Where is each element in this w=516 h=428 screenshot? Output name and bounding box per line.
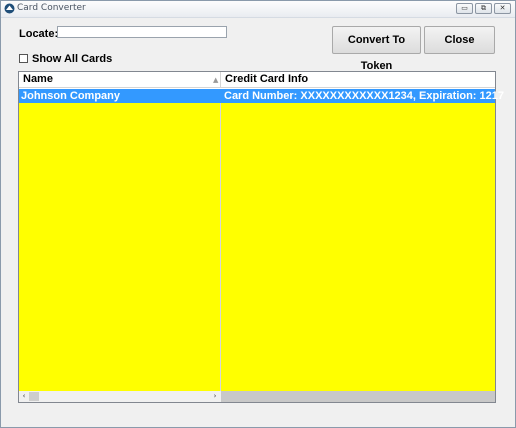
minimize-button[interactable]: ▭ <box>456 3 473 14</box>
grid-body[interactable]: Johnson Company Card Number: XXXXXXXXXXX… <box>19 89 504 391</box>
maximize-button[interactable]: ⧉ <box>475 3 492 14</box>
table-row[interactable]: Johnson Company Card Number: XXXXXXXXXXX… <box>19 89 504 103</box>
locate-label: Locate: <box>19 28 59 40</box>
grid-header: Name ▲ Credit Card Info <box>19 72 495 88</box>
show-all-cards-checkbox[interactable] <box>19 54 28 63</box>
locate-input[interactable] <box>57 26 227 38</box>
column-header-credit-card-info[interactable]: Credit Card Info <box>221 72 495 88</box>
horizontal-scrollbar[interactable]: ‹ › <box>19 391 495 402</box>
column-divider <box>220 89 221 391</box>
show-all-cards-label[interactable]: Show All Cards <box>32 53 112 65</box>
convert-to-token-button[interactable]: Convert To Token <box>332 26 421 72</box>
window-title: Card Converter <box>17 3 86 13</box>
column-header-name[interactable]: Name <box>19 72 221 88</box>
scroll-thumb[interactable] <box>29 392 39 401</box>
cards-grid: Name ▲ Credit Card Info Johnson Company … <box>18 71 504 403</box>
cell-credit-card-info[interactable]: Card Number: XXXXXXXXXXXX1234, Expiratio… <box>222 89 504 103</box>
close-window-button[interactable]: ✕ <box>494 3 511 14</box>
scroll-track-right <box>221 391 495 402</box>
cell-name[interactable]: Johnson Company <box>19 89 220 103</box>
scroll-right-icon[interactable]: › <box>210 391 220 402</box>
app-icon <box>4 3 15 14</box>
sort-ascending-icon: ▲ <box>213 76 219 84</box>
card-converter-window: Card Converter ▭ ⧉ ✕ Locate: Show All Ca… <box>0 0 516 428</box>
close-button[interactable]: Close <box>424 26 495 54</box>
scroll-left-icon[interactable]: ‹ <box>19 391 29 402</box>
title-bar[interactable]: Card Converter ▭ ⧉ ✕ <box>1 1 515 18</box>
